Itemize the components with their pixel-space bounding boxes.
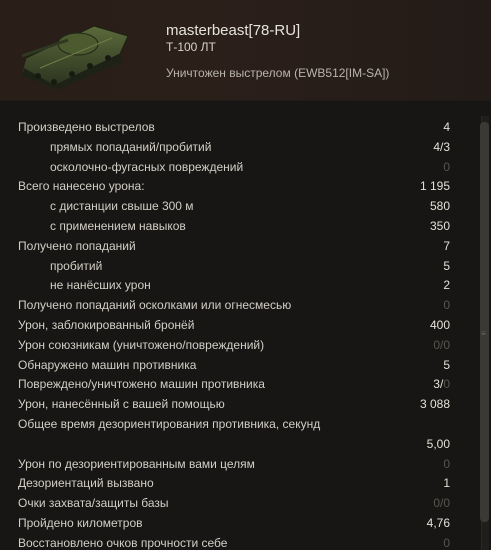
stat-value: 400	[429, 317, 450, 332]
stat-row-he-damage: осколочно-фугасных повреждений 0	[0, 158, 478, 178]
stat-row-base-points: Очки захвата/защиты базы 0/0	[0, 494, 478, 514]
stat-label: не нанёсших урон	[50, 278, 151, 293]
stat-label: Очки захвата/защиты базы	[18, 496, 169, 511]
tank-name: Т-100 ЛТ	[166, 40, 216, 54]
stat-label: Получено попаданий	[18, 238, 136, 253]
battle-stats-list: Произведено выстрелов 4 прямых попаданий/…	[0, 118, 478, 550]
stat-row-stun-damage: Урон по дезориентированным вами целям 0	[0, 455, 478, 475]
stat-row-team-damage: Урон союзникам (уничтожено/повреждений) 0…	[0, 336, 478, 356]
stat-label: Пройдено километров	[18, 515, 143, 530]
player-name: masterbeast[78-RU]	[166, 22, 301, 39]
stat-value: 0	[443, 456, 450, 471]
stat-label: Произведено выстрелов	[18, 120, 155, 134]
stat-row-long-range-damage: с дистанции свыше 300 м 580	[0, 197, 478, 217]
stat-label: Восстановлено очков прочности себе	[18, 535, 228, 550]
stat-value: 3 088	[419, 397, 450, 412]
stat-row-damaged-destroyed: Повреждено/уничтожено машин противника 3/…	[0, 375, 478, 395]
kill-status: Уничтожен выстрелом (EWB512[IM-SA])	[166, 66, 390, 80]
stat-value: 2	[443, 278, 450, 293]
stat-value: 0	[443, 535, 450, 550]
stat-row-assist-damage: Урон, нанесённый с вашей помощью 3 088	[0, 395, 478, 415]
stat-value: 580	[429, 199, 450, 214]
stat-value: 0/0	[433, 496, 450, 511]
stat-row-skill-damage: с применением навыков 350	[0, 217, 478, 237]
stat-value: 4/3	[433, 139, 450, 154]
stat-row-blocked-damage: Урон, заблокированный бронёй 400	[0, 316, 478, 336]
stat-row-he-hits-received: Получено попаданий осколками или огнесме…	[0, 296, 478, 316]
stat-row-total-damage: Всего нанесено урона: 1 195	[0, 177, 478, 197]
stat-value: 0	[443, 159, 450, 174]
stat-row-shots: Произведено выстрелов 4	[0, 118, 478, 138]
stat-value: 0	[443, 298, 450, 313]
stat-row-stuns: Дезориентаций вызвано 1	[0, 474, 478, 494]
stat-label: Обнаружено машин противника	[18, 357, 197, 372]
stat-label: Дезориентаций вызвано	[18, 476, 154, 491]
stat-label: с применением навыков	[50, 218, 186, 233]
stat-value-dim: 0	[443, 377, 450, 392]
stat-row-distance: Пройдено километров 4,76	[0, 514, 478, 534]
stat-label: прямых попаданий/пробитий	[50, 139, 212, 154]
stats-scrollbar[interactable]: ≡	[478, 116, 491, 550]
stat-row-spotted: Обнаружено машин противника 5	[0, 356, 478, 376]
stat-value: 4,76	[426, 515, 450, 530]
stat-value: 350	[429, 218, 450, 233]
stat-value: 7	[443, 238, 450, 253]
grip-icon: ≡	[481, 329, 486, 338]
stat-value: 1	[443, 476, 450, 491]
stat-label: с дистанции свыше 300 м	[50, 199, 194, 214]
vehicle-header: masterbeast[78-RU] Т-100 ЛТ Уничтожен вы…	[0, 0, 491, 101]
stat-value: 5	[443, 357, 450, 372]
scrollbar-thumb[interactable]: ≡	[480, 122, 489, 522]
stat-value: 5	[443, 258, 450, 273]
stat-row-hits: прямых попаданий/пробитий 4/3	[0, 138, 478, 158]
stat-label: Повреждено/уничтожено машин противника	[18, 377, 265, 392]
stat-label: осколочно-фугасных повреждений	[50, 159, 244, 174]
stat-value: 5,00	[426, 436, 450, 451]
stat-row-no-damage-hits: не нанёсших урон 2	[0, 276, 478, 296]
stat-label: Всего нанесено урона:	[18, 179, 145, 194]
stat-row-penetrations-received: пробитий 5	[0, 257, 478, 277]
stat-label: пробитий	[50, 258, 103, 273]
stat-row-self-repair: Восстановлено очков прочности себе 0	[0, 534, 478, 550]
light-tank-image	[21, 25, 129, 90]
stat-label: Урон, нанесённый с вашей помощью	[18, 397, 225, 412]
stat-value: 1 195	[419, 179, 450, 194]
stat-value: 0/0	[433, 337, 450, 352]
stat-row-hits-received: Получено попаданий 7	[0, 237, 478, 257]
stat-label: Общее время дезориентирования противника…	[18, 416, 321, 431]
stat-value: 3/0	[433, 375, 450, 395]
stat-value-main: 3/	[433, 377, 444, 392]
stat-value: 4	[443, 120, 450, 134]
stat-label: Урон по дезориентированным вами целям	[18, 456, 255, 471]
stat-row-stun-time: Общее время дезориентирования противника…	[0, 415, 478, 455]
stat-label: Урон, заблокированный бронёй	[18, 317, 195, 332]
stat-label: Урон союзникам (уничтожено/повреждений)	[18, 337, 265, 352]
stat-label: Получено попаданий осколками или огнесме…	[18, 298, 292, 313]
